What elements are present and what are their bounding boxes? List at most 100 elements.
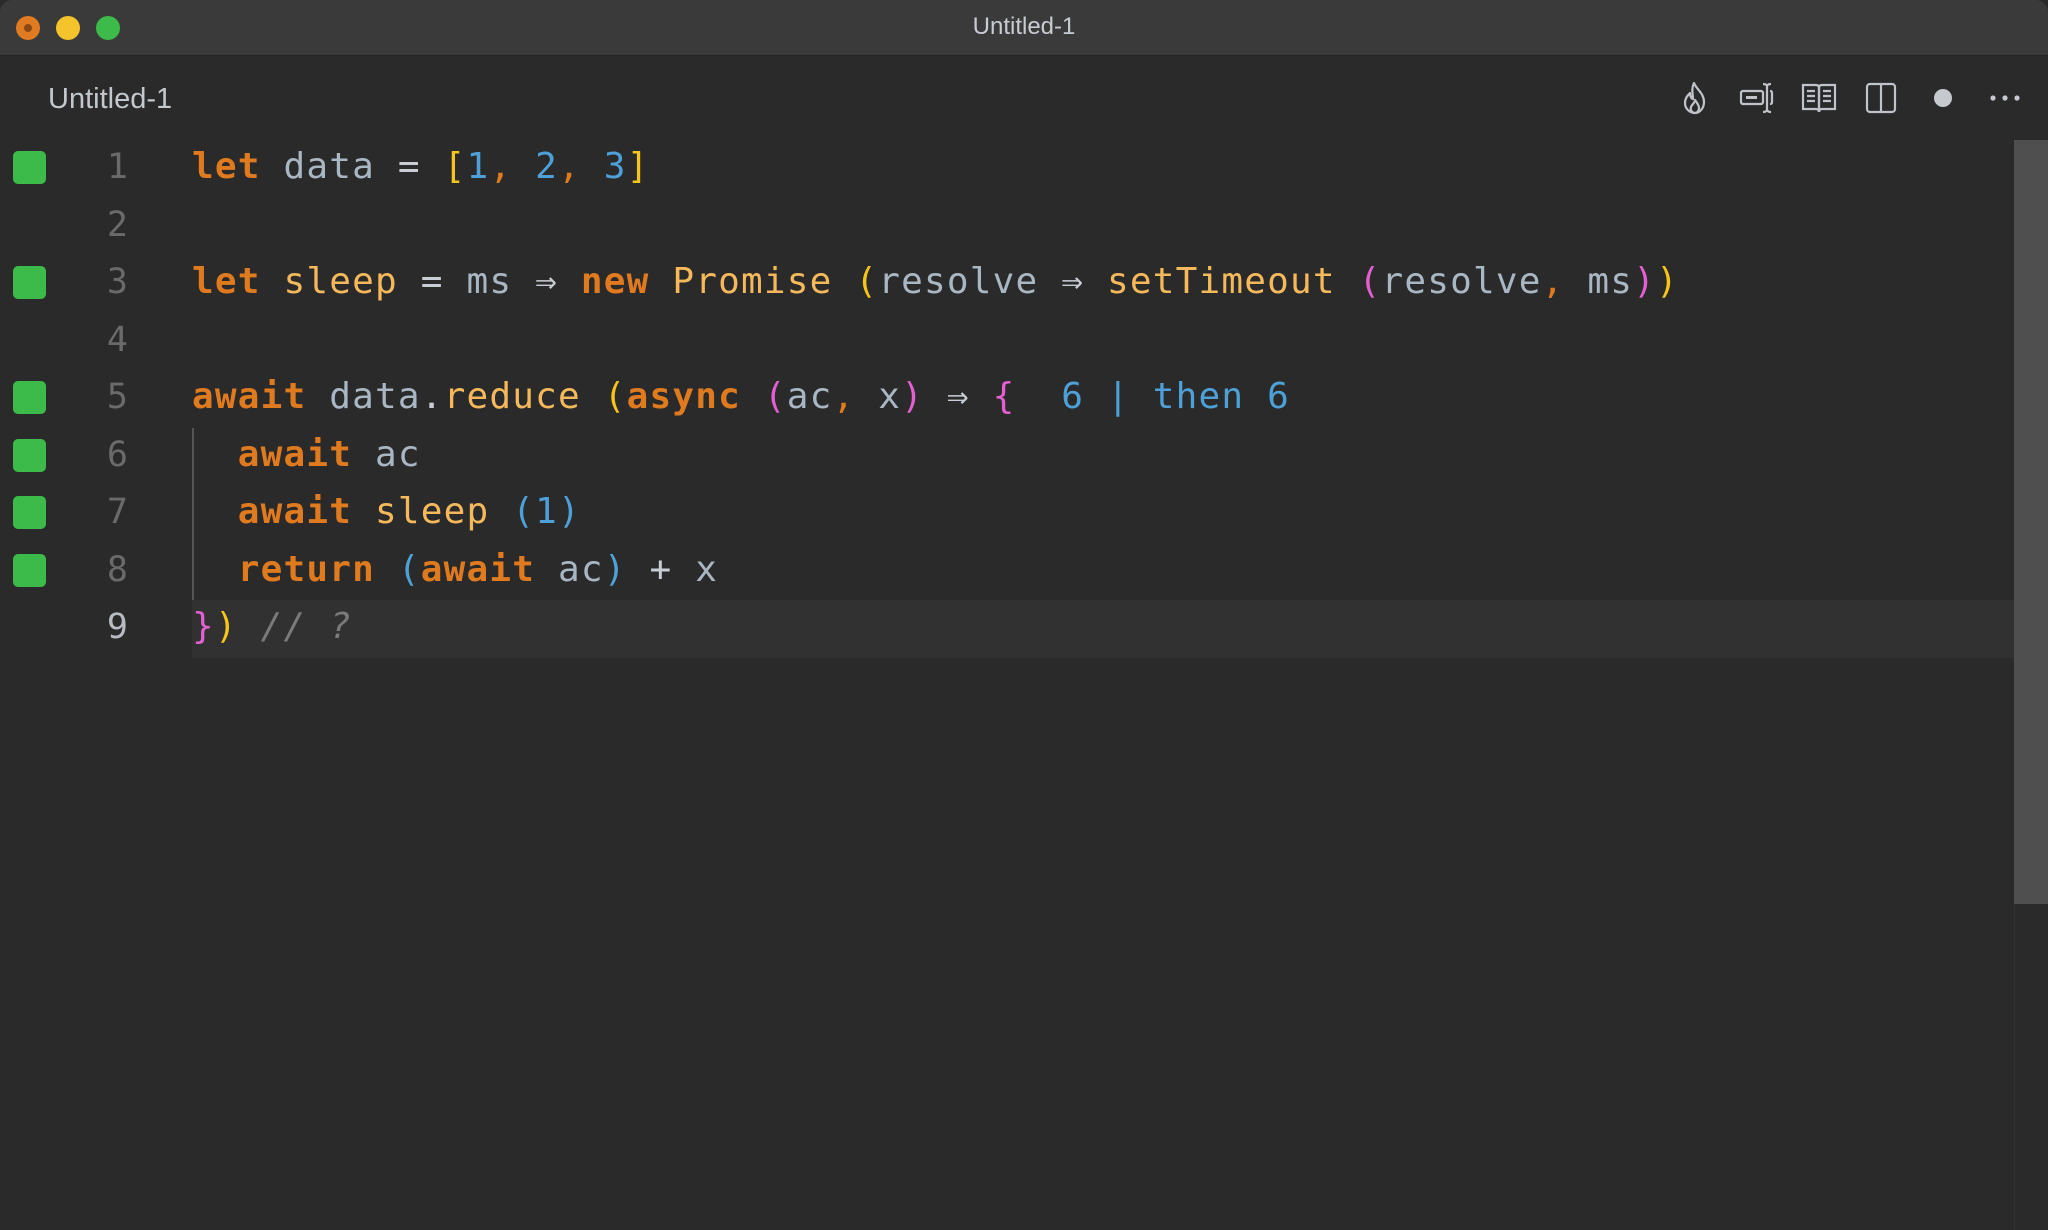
identifier: data xyxy=(283,146,375,187)
number-literal: 1 xyxy=(466,146,490,187)
window-title: Untitled-1 xyxy=(972,13,1076,40)
coverage-marker[interactable] xyxy=(13,381,46,414)
coverage-marker[interactable] xyxy=(13,438,46,472)
keyword: await xyxy=(237,491,353,532)
scrollbar-thumb[interactable] xyxy=(2014,140,2048,904)
code-line[interactable]: let data = [1, 2, 3] xyxy=(192,146,650,187)
number-literal: 1 xyxy=(535,491,558,532)
split-editor-button[interactable] xyxy=(1850,76,1912,120)
bracket: ) xyxy=(1633,261,1656,302)
bracket: ( xyxy=(855,261,879,302)
bracket: ) xyxy=(1656,261,1679,302)
operator: + xyxy=(649,548,673,590)
more-actions-button[interactable] xyxy=(1974,76,2036,120)
identifier: ms xyxy=(1587,261,1634,302)
line-number: 5 xyxy=(106,377,128,417)
identifier: ac xyxy=(375,433,421,475)
line-number: 4 xyxy=(106,319,128,360)
code-line[interactable]: await sleep (1) xyxy=(192,491,581,532)
keyword: await xyxy=(237,433,353,475)
code-line[interactable]: }) // ? xyxy=(192,606,352,647)
coverage-marker[interactable] xyxy=(13,496,46,529)
identifier: ac xyxy=(786,376,833,417)
function-name: sleep xyxy=(283,261,398,302)
indent-guide xyxy=(192,427,194,600)
coverage-marker[interactable] xyxy=(13,151,46,184)
code-line[interactable]: await data.reduce (async (ac, x) ⇒ { 6 |… xyxy=(192,376,1290,417)
keyword: new xyxy=(580,261,650,302)
title-bar: Untitled-1 xyxy=(0,0,2048,56)
open-book-icon xyxy=(1801,83,1837,113)
quokka-profile-button[interactable] xyxy=(1664,76,1726,120)
identifier: x xyxy=(695,548,719,590)
identifier: ms xyxy=(466,261,513,302)
function-name: Promise xyxy=(672,261,833,302)
current-line-highlight xyxy=(192,600,2014,658)
function-name: sleep xyxy=(375,491,490,532)
function-name: reduce xyxy=(443,376,581,417)
tab-untitled-1[interactable]: Untitled-1 xyxy=(48,83,172,116)
coverage-marker[interactable] xyxy=(13,266,46,299)
result-separator: | xyxy=(1107,376,1130,417)
code-editor[interactable]: 1 let data = [1, 2, 3] 2 3 let sleep = ms ⇒ … xyxy=(0,140,2014,1230)
unsaved-dot-icon xyxy=(1934,89,1952,107)
bracket: ( xyxy=(1358,261,1382,302)
open-preview-button[interactable] xyxy=(1788,76,1850,120)
bracket: ) xyxy=(558,491,581,532)
text-cursor-icon xyxy=(1739,82,1774,114)
operator: ⇒ xyxy=(1061,261,1085,302)
keyword: await xyxy=(420,548,536,590)
comment: // ? xyxy=(260,606,353,647)
function-name: setTimeout xyxy=(1107,261,1336,302)
inline-result: then 6 xyxy=(1152,376,1290,417)
identifier: resolve xyxy=(878,261,1039,302)
bracket: ) xyxy=(901,376,924,417)
identifier: ac xyxy=(558,548,604,590)
identifier: data xyxy=(329,376,421,417)
bracket: ( xyxy=(763,376,787,417)
line-number: 6 xyxy=(106,434,128,475)
keyword: await xyxy=(192,376,307,417)
code-line[interactable]: await ac xyxy=(192,434,421,475)
operator: ⇒ xyxy=(535,261,558,302)
bracket: ( xyxy=(397,548,421,590)
punctuation: , xyxy=(489,146,513,187)
keyword: async xyxy=(626,376,741,417)
code-line[interactable]: return (await ac) + x xyxy=(192,549,718,590)
toggle-value-display-button[interactable] xyxy=(1726,76,1788,120)
keyword: return xyxy=(237,548,375,590)
line-number: 9 xyxy=(106,607,128,647)
unsaved-indicator[interactable] xyxy=(1912,76,1974,120)
bracket: ) xyxy=(214,606,238,647)
editor-actions xyxy=(1664,76,2036,120)
bracket: ) xyxy=(603,548,627,590)
keyword: let xyxy=(192,261,261,302)
identifier: resolve xyxy=(1381,261,1542,302)
coverage-marker[interactable] xyxy=(13,553,46,587)
punctuation: , xyxy=(558,146,581,187)
code-line[interactable]: let sleep = ms ⇒ new Promise (resolve ⇒ … xyxy=(192,261,1679,302)
